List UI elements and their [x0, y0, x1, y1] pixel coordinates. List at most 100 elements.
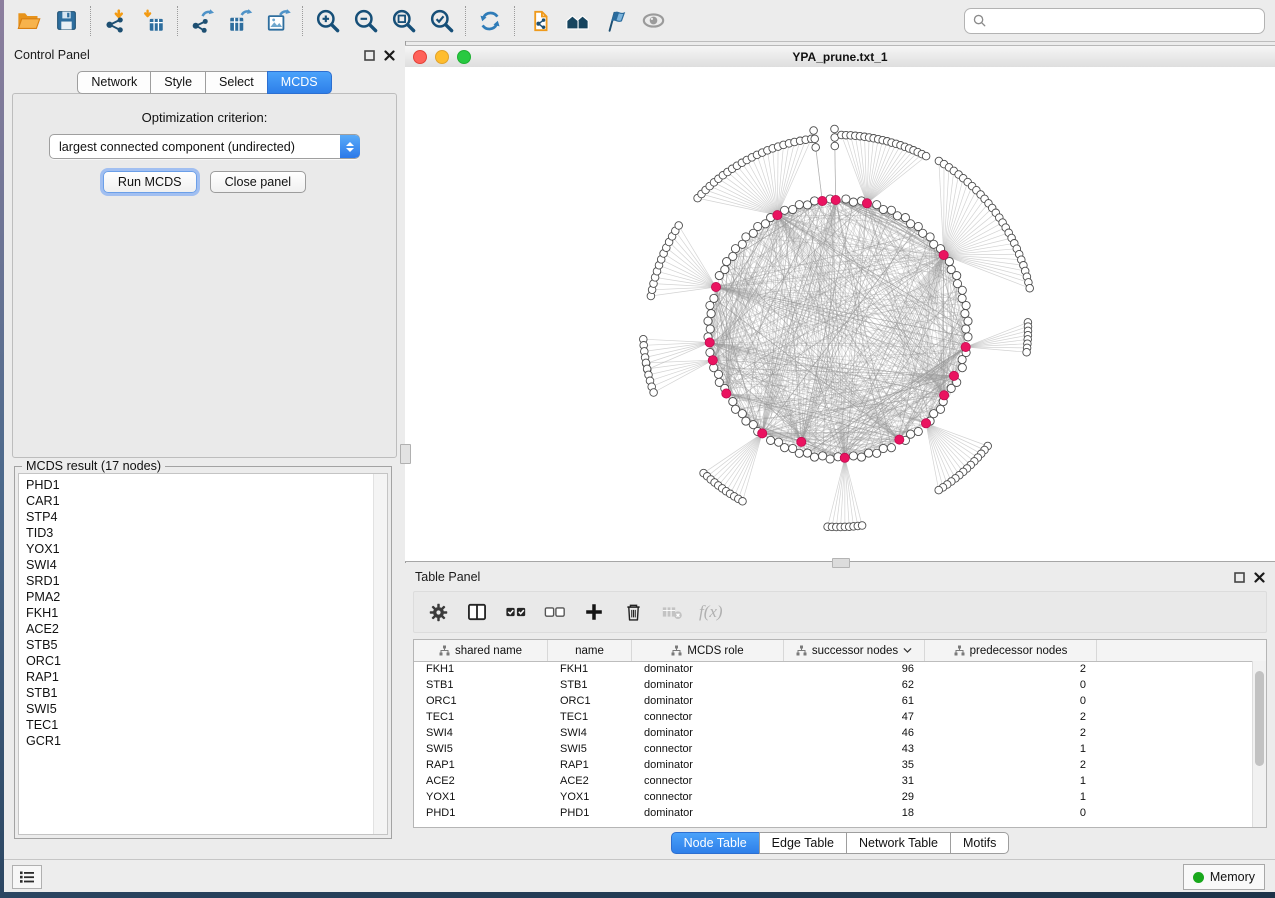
table-cell[interactable]: 96 [784, 661, 925, 677]
memory-button[interactable]: Memory [1183, 864, 1265, 890]
horizontal-splitter-handle[interactable] [832, 558, 850, 568]
eye-icon[interactable] [638, 6, 668, 36]
search-input[interactable] [991, 11, 1264, 31]
mcds-list-scrollbar[interactable] [373, 474, 387, 834]
table-cell[interactable]: ORC1 [414, 693, 548, 709]
tab-network[interactable]: Network [77, 71, 151, 94]
table-row[interactable]: ORC1ORC1dominator610 [414, 693, 1253, 709]
mcds-result-item[interactable]: SRD1 [26, 573, 374, 589]
table-row[interactable]: PHD1PHD1dominator180 [414, 805, 1253, 821]
zoom-out-icon[interactable] [350, 6, 380, 36]
table-cell[interactable]: TEC1 [548, 709, 632, 725]
import-network-icon[interactable] [100, 6, 130, 36]
column-header-MCDS-role[interactable]: MCDS role [632, 640, 784, 661]
table-cell[interactable]: SWI5 [548, 741, 632, 757]
table-cell[interactable]: 43 [784, 741, 925, 757]
table-cell[interactable]: 18 [784, 805, 925, 821]
table-row[interactable]: TEC1TEC1connector472 [414, 709, 1253, 725]
mcds-result-item[interactable]: FKH1 [26, 605, 374, 621]
close-icon[interactable] [384, 50, 395, 61]
table-cell[interactable]: SWI4 [548, 725, 632, 741]
table-cell[interactable]: connector [632, 709, 784, 725]
mcds-result-item[interactable]: PHD1 [26, 477, 374, 493]
clone-network-icon[interactable] [524, 6, 554, 36]
table-row[interactable]: STB1STB1dominator620 [414, 677, 1253, 693]
mcds-result-item[interactable]: ACE2 [26, 621, 374, 637]
table-cell[interactable]: 31 [784, 773, 925, 789]
show-columns-icon[interactable] [465, 600, 489, 624]
vertical-splitter-handle[interactable] [400, 444, 411, 464]
table-cell[interactable]: dominator [632, 661, 784, 677]
refresh-icon[interactable] [475, 6, 505, 36]
table-scrollbar[interactable] [1252, 661, 1266, 827]
mcds-result-item[interactable]: CAR1 [26, 493, 374, 509]
column-header-name[interactable]: name [548, 640, 632, 661]
table-cell[interactable]: 46 [784, 725, 925, 741]
flag-icon[interactable] [600, 6, 630, 36]
table-cell[interactable]: dominator [632, 677, 784, 693]
table-cell[interactable]: YOX1 [414, 789, 548, 805]
table-row[interactable]: SWI4SWI4dominator462 [414, 725, 1253, 741]
column-header-shared-name[interactable]: shared name [414, 640, 548, 661]
table-cell[interactable]: PHD1 [548, 805, 632, 821]
task-history-button[interactable] [12, 865, 42, 889]
table-cell[interactable]: 1 [925, 773, 1097, 789]
deselect-all-icon[interactable] [543, 600, 567, 624]
mcds-result-item[interactable]: STB5 [26, 637, 374, 653]
tab-style[interactable]: Style [150, 71, 206, 94]
column-header-predecessor-nodes[interactable]: predecessor nodes [925, 640, 1097, 661]
tab-edge-table[interactable]: Edge Table [759, 832, 847, 854]
mcds-result-item[interactable]: YOX1 [26, 541, 374, 557]
mcds-result-item[interactable]: PMA2 [26, 589, 374, 605]
table-cell[interactable]: 35 [784, 757, 925, 773]
tab-motifs[interactable]: Motifs [950, 832, 1009, 854]
mcds-result-item[interactable]: ORC1 [26, 653, 374, 669]
mcds-result-item[interactable]: STP4 [26, 509, 374, 525]
table-cell[interactable]: connector [632, 741, 784, 757]
table-cell[interactable]: 0 [925, 693, 1097, 709]
zoom-selected-icon[interactable] [426, 6, 456, 36]
table-cell[interactable]: 0 [925, 677, 1097, 693]
run-mcds-button[interactable]: Run MCDS [103, 171, 197, 193]
table-cell[interactable]: ACE2 [548, 773, 632, 789]
table-cell[interactable]: dominator [632, 805, 784, 821]
table-cell[interactable]: RAP1 [548, 757, 632, 773]
table-cell[interactable]: 1 [925, 789, 1097, 805]
table-cell[interactable]: 47 [784, 709, 925, 725]
table-cell[interactable]: 62 [784, 677, 925, 693]
table-cell[interactable]: dominator [632, 757, 784, 773]
float-icon[interactable] [364, 50, 375, 61]
tab-mcds[interactable]: MCDS [267, 71, 332, 94]
search-field[interactable] [964, 8, 1265, 34]
table-cell[interactable]: FKH1 [414, 661, 548, 677]
table-row[interactable]: FKH1FKH1dominator962 [414, 661, 1253, 677]
table-cell[interactable]: 29 [784, 789, 925, 805]
mcds-result-item[interactable]: GCR1 [26, 733, 374, 749]
table-cell[interactable]: connector [632, 773, 784, 789]
table-cell[interactable]: PHD1 [414, 805, 548, 821]
mcds-result-item[interactable]: TID3 [26, 525, 374, 541]
table-cell[interactable]: SWI5 [414, 741, 548, 757]
close-traffic-light[interactable] [413, 50, 427, 64]
table-cell[interactable]: ORC1 [548, 693, 632, 709]
close-icon[interactable] [1254, 572, 1265, 583]
delete-row-icon[interactable] [621, 600, 645, 624]
mcds-result-item[interactable]: TEC1 [26, 717, 374, 733]
mcds-result-item[interactable]: STB1 [26, 685, 374, 701]
mcds-result-item[interactable]: RAP1 [26, 669, 374, 685]
tab-network-table[interactable]: Network Table [846, 832, 951, 854]
import-table-icon[interactable] [138, 6, 168, 36]
export-image-icon[interactable] [263, 6, 293, 36]
export-network-icon[interactable] [187, 6, 217, 36]
mcds-result-item[interactable]: SWI4 [26, 557, 374, 573]
table-cell[interactable]: 2 [925, 757, 1097, 773]
table-cell[interactable]: 61 [784, 693, 925, 709]
table-cell[interactable]: connector [632, 789, 784, 805]
table-cell[interactable]: SWI4 [414, 725, 548, 741]
float-icon[interactable] [1234, 572, 1245, 583]
table-cell[interactable]: dominator [632, 725, 784, 741]
table-cell[interactable]: FKH1 [548, 661, 632, 677]
table-scrollbar-thumb[interactable] [1255, 671, 1264, 766]
table-cell[interactable]: STB1 [414, 677, 548, 693]
network-graph[interactable] [405, 67, 1273, 561]
